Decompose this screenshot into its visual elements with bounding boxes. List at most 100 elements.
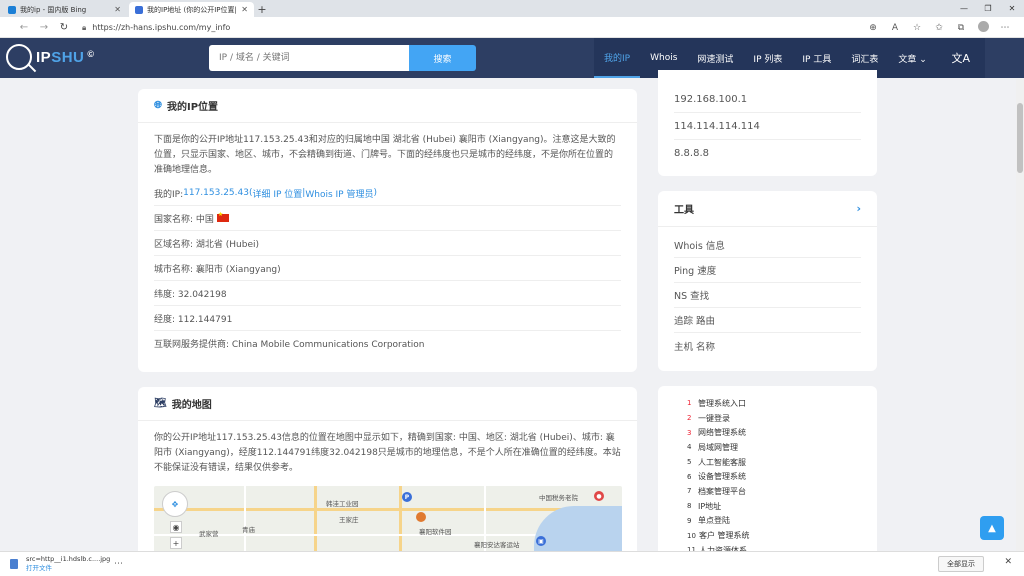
tool-item-traceroute[interactable]: 追踪 路由 — [674, 308, 861, 333]
location-map[interactable]: 韩洼工业园 中国税务老院 王家庄 武家营 青庙 襄阳软件园 襄阳安达客运站 P … — [154, 486, 622, 556]
detail-ip-link[interactable]: 详细 IP 位置 — [252, 187, 302, 200]
browser-tab-bar: 我的ip - 国内版 Bing ✕ 我的IP地址 (你的公开IP位置|本机I ✕… — [0, 0, 1024, 17]
dns-item[interactable]: 114.114.114.114 — [674, 113, 861, 140]
map-locate-icon[interactable]: ◉ — [170, 521, 182, 533]
site-search: 搜索 — [209, 45, 476, 71]
close-tab-icon[interactable]: ✕ — [241, 5, 248, 14]
list-item[interactable]: 10 客户 管理系统 — [687, 528, 877, 543]
zoom-icon[interactable]: ⊕ — [862, 23, 884, 33]
city-text: 城市名称: 襄阳市 (Xiangyang) — [154, 264, 281, 275]
back-icon[interactable]: ← — [14, 17, 34, 37]
latitude-text: 纬度: 32.042198 — [154, 289, 227, 300]
card-title: 我的IP位置 — [167, 102, 219, 113]
tool-item-hostname[interactable]: 主机 名称 — [674, 333, 861, 358]
card-header: 🌐︎ 我的IP位置 — [138, 89, 637, 123]
url-field[interactable]: 🔒︎ https://zh-hans.ipshu.com/my_info — [82, 20, 902, 35]
map-card: 🗺︎ 我的地图 你的公开IP地址117.153.25.43信息的位置在地图中显示… — [138, 387, 637, 576]
card-title: 我的地图 — [171, 400, 212, 411]
magnifier-logo-icon — [6, 44, 32, 70]
search-input[interactable] — [209, 45, 409, 71]
download-bar: src=http__i1.hdslb.c....jpg 打开文件 ⋯ 全部显示 … — [0, 551, 1024, 576]
bing-favicon-icon — [8, 5, 16, 14]
rank-number: 9 — [687, 516, 692, 525]
language-icon[interactable]: 文A — [937, 38, 985, 78]
list-item[interactable]: 4 局域网管理 — [687, 440, 877, 455]
read-aloud-icon[interactable]: A — [884, 23, 906, 33]
map-label: 青庙 — [242, 526, 255, 534]
more-menu-icon[interactable]: ⋯ — [994, 23, 1016, 33]
rank-label: 一键登录 — [698, 413, 730, 423]
list-item[interactable]: 6 设备管理系统 — [687, 469, 877, 484]
logo-copyright: © — [87, 48, 95, 59]
whois-admin-link[interactable]: Whois IP 管理员 — [305, 187, 373, 200]
tool-item-ns[interactable]: NS 查找 — [674, 283, 861, 308]
my-ip-value[interactable]: 117.153.25.43 — [183, 188, 249, 198]
list-item[interactable]: 9 单点登陆 — [687, 514, 877, 529]
map-pin-icon: ● — [594, 491, 604, 501]
nav-my-ip[interactable]: 我的IP — [594, 38, 641, 78]
list-item[interactable]: 3 网络管理系统 — [687, 425, 877, 440]
collections-icon[interactable]: ⧉ — [950, 23, 972, 33]
rank-number: 4 — [687, 443, 692, 452]
rank-number: 8 — [687, 502, 692, 511]
chevron-right-icon[interactable]: › — [856, 202, 861, 215]
list-item[interactable]: 7 档案管理平台 — [687, 484, 877, 499]
dns-list-card: 192.168.100.1 114.114.114.114 8.8.8.8 — [658, 70, 877, 176]
map-label: 襄阳软件园 — [419, 528, 452, 536]
rank-label: 设备管理系统 — [698, 472, 746, 482]
favorites-icon[interactable]: ✩ — [928, 23, 950, 33]
minimize-icon[interactable]: — — [952, 0, 976, 17]
lock-icon[interactable]: 🔒︎ — [82, 23, 86, 33]
region-text: 区域名称: 湖北省 (Hubei) — [154, 239, 259, 250]
profile-avatar[interactable] — [972, 20, 994, 35]
zoom-in-icon[interactable]: + — [170, 537, 182, 549]
ipshu-logo[interactable]: IPSHU © — [6, 44, 95, 70]
card-title: 工具 — [674, 205, 694, 216]
map-label: 王家庄 — [339, 516, 359, 524]
tools-header[interactable]: 工具 › — [658, 191, 877, 227]
list-item[interactable]: 5 人工智能客服 — [687, 455, 877, 470]
restore-icon[interactable]: ❐ — [976, 0, 1000, 17]
scroll-to-top-button[interactable]: ▲ — [980, 516, 1004, 540]
open-file-link[interactable]: 打开文件 — [26, 564, 110, 573]
browser-toolbar: ⊕ A ☆ ✩ ⧉ ⋯ — [862, 17, 1016, 38]
list-item[interactable]: 1 管理系统入口 — [687, 396, 877, 411]
favorite-star-icon[interactable]: ☆ — [906, 23, 928, 33]
list-item[interactable]: 2 一键登录 — [687, 411, 877, 426]
forward-icon[interactable]: → — [34, 17, 54, 37]
latitude-row: 纬度: 32.042198 — [154, 281, 621, 306]
show-all-button[interactable]: 全部显示 — [938, 556, 984, 572]
page-scrollbar[interactable] — [1016, 79, 1024, 551]
dns-item[interactable]: 8.8.8.8 — [674, 140, 861, 167]
map-intro-text: 你的公开IP地址117.153.25.43信息的位置在地图中显示如下，精确到国家… — [154, 433, 621, 473]
scrollbar-thumb[interactable] — [1017, 103, 1023, 173]
my-ip-label: 我的IP: — [154, 189, 184, 200]
rank-number: 1 — [687, 399, 692, 408]
my-ip-row: 我的IP: 117.153.25.43 ( 详细 IP 位置 | Whois I… — [154, 181, 621, 206]
list-item[interactable]: 8 IP地址 — [687, 499, 877, 514]
dns-item[interactable]: 192.168.100.1 — [674, 86, 861, 113]
card-header: 🗺︎ 我的地图 — [138, 387, 637, 421]
ranked-list: 1 管理系统入口 2 一键登录 3 网络管理系统 4 局域网管理 5 人工智能客服 6 设备… — [658, 386, 877, 558]
close-icon[interactable]: ✕ — [1004, 557, 1012, 567]
new-tab-button[interactable]: + — [254, 2, 270, 17]
refresh-icon[interactable]: ↻ — [54, 17, 74, 37]
download-filename: src=http__i1.hdslb.c....jpg — [26, 555, 111, 563]
browser-tab-ipshu[interactable]: 我的IP地址 (你的公开IP位置|本机I ✕ — [129, 2, 254, 17]
nav-articles[interactable]: 文章 ⌄ — [888, 38, 936, 78]
browser-tab-bing[interactable]: 我的ip - 国内版 Bing ✕ — [2, 2, 127, 17]
address-bar: ← → ↻ 🔒︎ https://zh-hans.ipshu.com/my_in… — [0, 17, 1024, 38]
tool-item-ping[interactable]: Ping 速度 — [674, 258, 861, 283]
parking-icon: P — [402, 492, 412, 502]
map-label: 中国税务老院 — [539, 494, 578, 502]
bus-icon: ▣ — [536, 536, 546, 546]
close-window-icon[interactable]: ✕ — [1000, 0, 1024, 17]
more-options-icon[interactable]: ⋯ — [114, 559, 123, 569]
tool-item-whois[interactable]: Whois 信息 — [674, 233, 861, 258]
map-pan-control-icon[interactable]: ✥ — [162, 491, 188, 517]
map-label: 武家营 — [199, 530, 219, 538]
download-item[interactable]: src=http__i1.hdslb.c....jpg 打开文件 — [26, 555, 110, 573]
close-tab-icon[interactable]: ✕ — [114, 5, 121, 14]
arrow-up-icon: ▲ — [988, 522, 996, 534]
search-button[interactable]: 搜索 — [409, 45, 476, 71]
